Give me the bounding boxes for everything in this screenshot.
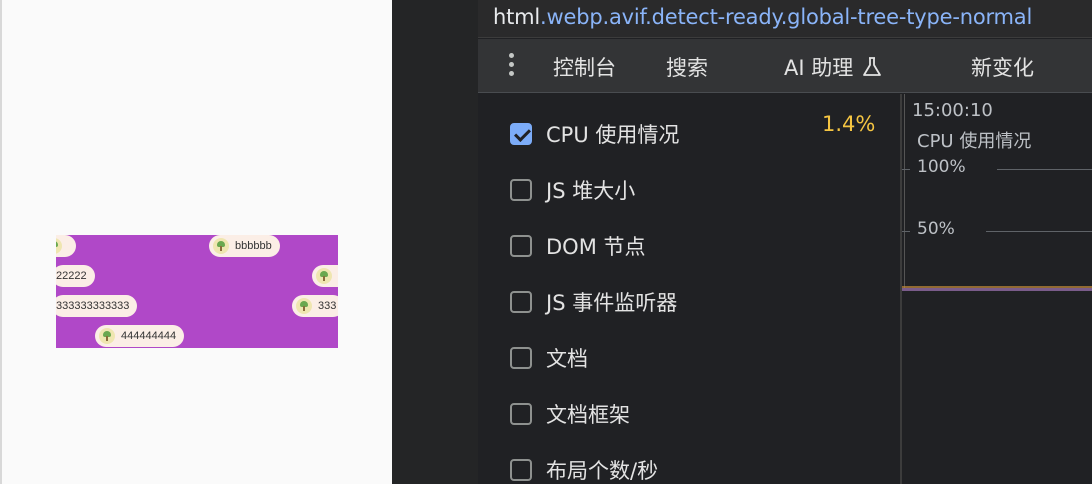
metric-checkbox[interactable] — [510, 123, 532, 145]
avatar-icon — [99, 328, 115, 344]
metric-label: 布局个数/秒 — [546, 459, 659, 483]
tab-ai-assistant-label: AI 助理 — [784, 56, 854, 80]
barrage-item — [56, 235, 76, 257]
more-options-icon[interactable] — [506, 53, 516, 79]
flask-icon — [863, 57, 882, 76]
cpu-usage-graph: 15:00:10 CPU 使用情况 100% 50% — [902, 94, 1092, 484]
metric-dom-nodes[interactable]: DOM 节点 — [510, 231, 646, 261]
avatar-icon — [213, 238, 229, 254]
tab-ai-assistant[interactable]: AI 助理 — [784, 52, 883, 82]
metric-checkbox[interactable] — [510, 403, 532, 425]
barrage-text: 444444444 — [121, 330, 177, 342]
metric-js-event-listeners[interactable]: JS 事件监听器 — [510, 287, 677, 317]
metric-label: JS 事件监听器 — [546, 291, 678, 315]
avatar-icon — [56, 238, 62, 254]
breadcrumb-tag: html — [493, 5, 541, 29]
metric-checkbox[interactable] — [510, 235, 532, 257]
metric-label: DOM 节点 — [546, 235, 646, 259]
barrage-item: 333333333333 — [56, 295, 138, 317]
metric-checkbox[interactable] — [510, 459, 532, 481]
gridline-50-stub — [902, 231, 910, 232]
barrage-text: 333333333333 — [56, 300, 130, 312]
metric-label: JS 堆大小 — [546, 179, 636, 203]
viewport-edge — [0, 0, 2, 484]
metric-cpu-usage[interactable]: CPU 使用情况 — [510, 119, 679, 149]
metric-label: 文档框架 — [546, 403, 630, 427]
barrage-text: 22222 — [56, 270, 87, 282]
metric-label: CPU 使用情况 — [546, 123, 680, 147]
tab-search[interactable]: 搜索 — [666, 52, 708, 82]
avatar-icon — [316, 268, 332, 284]
tab-console[interactable]: 控制台 — [553, 52, 616, 82]
drawer-tab-bar: 控制台 搜索 AI 助理 新变化 — [478, 39, 1092, 93]
barrage-item: bbbbbb — [209, 235, 280, 257]
element-breadcrumb-bar: html.webp.avif.detect-ready.global-tree-… — [478, 0, 1092, 38]
barrage-stage: bbbbbb 22222 2 333333333333 333 44444444… — [56, 235, 338, 348]
tick-label-50: 50% — [917, 219, 955, 239]
metric-checkbox[interactable] — [510, 347, 532, 369]
barrage-item: 444444444 — [95, 325, 185, 347]
avatar-icon — [296, 298, 312, 314]
barrage-text: bbbbbb — [235, 240, 272, 252]
metric-js-heap[interactable]: JS 堆大小 — [510, 175, 635, 205]
barrage-item: 2 — [312, 265, 338, 287]
performance-monitor-metrics: CPU 使用情况 1.4% JS 堆大小 DOM 节点 JS 事件监听器 文档 … — [478, 94, 900, 484]
devtools-panel: html.webp.avif.detect-ready.global-tree-… — [478, 0, 1092, 484]
graph-time-marker — [904, 94, 905, 290]
barrage-item: 333 — [292, 295, 338, 317]
graph-title: CPU 使用情况 — [917, 131, 1032, 152]
cpu-usage-value: 1.4% — [822, 112, 876, 136]
metric-checkbox[interactable] — [510, 291, 532, 313]
metric-documents[interactable]: 文档 — [510, 343, 588, 373]
barrage-item: 22222 — [56, 265, 95, 287]
metric-checkbox[interactable] — [510, 179, 532, 201]
breadcrumb-classes: .webp.avif.detect-ready.global-tree-type… — [540, 5, 1033, 29]
gridline-100 — [997, 169, 1092, 170]
gridline-100-stub — [902, 169, 910, 170]
devtools-gutter — [392, 0, 478, 484]
graph-timestamp: 15:00:10 — [912, 100, 993, 121]
tab-whats-new[interactable]: 新变化 — [971, 52, 1034, 82]
barrage-text: 333 — [318, 300, 337, 312]
metric-document-frames[interactable]: 文档框架 — [510, 399, 630, 429]
gridline-50 — [986, 231, 1092, 232]
metric-label: 文档 — [546, 347, 588, 371]
tick-label-100: 100% — [917, 157, 966, 177]
element-breadcrumb[interactable]: html.webp.avif.detect-ready.global-tree-… — [493, 5, 1032, 29]
graph-series-fill — [902, 288, 1092, 291]
webpage-viewport: bbbbbb 22222 2 333333333333 333 44444444… — [0, 0, 392, 484]
metric-layouts-per-sec[interactable]: 布局个数/秒 — [510, 455, 658, 484]
